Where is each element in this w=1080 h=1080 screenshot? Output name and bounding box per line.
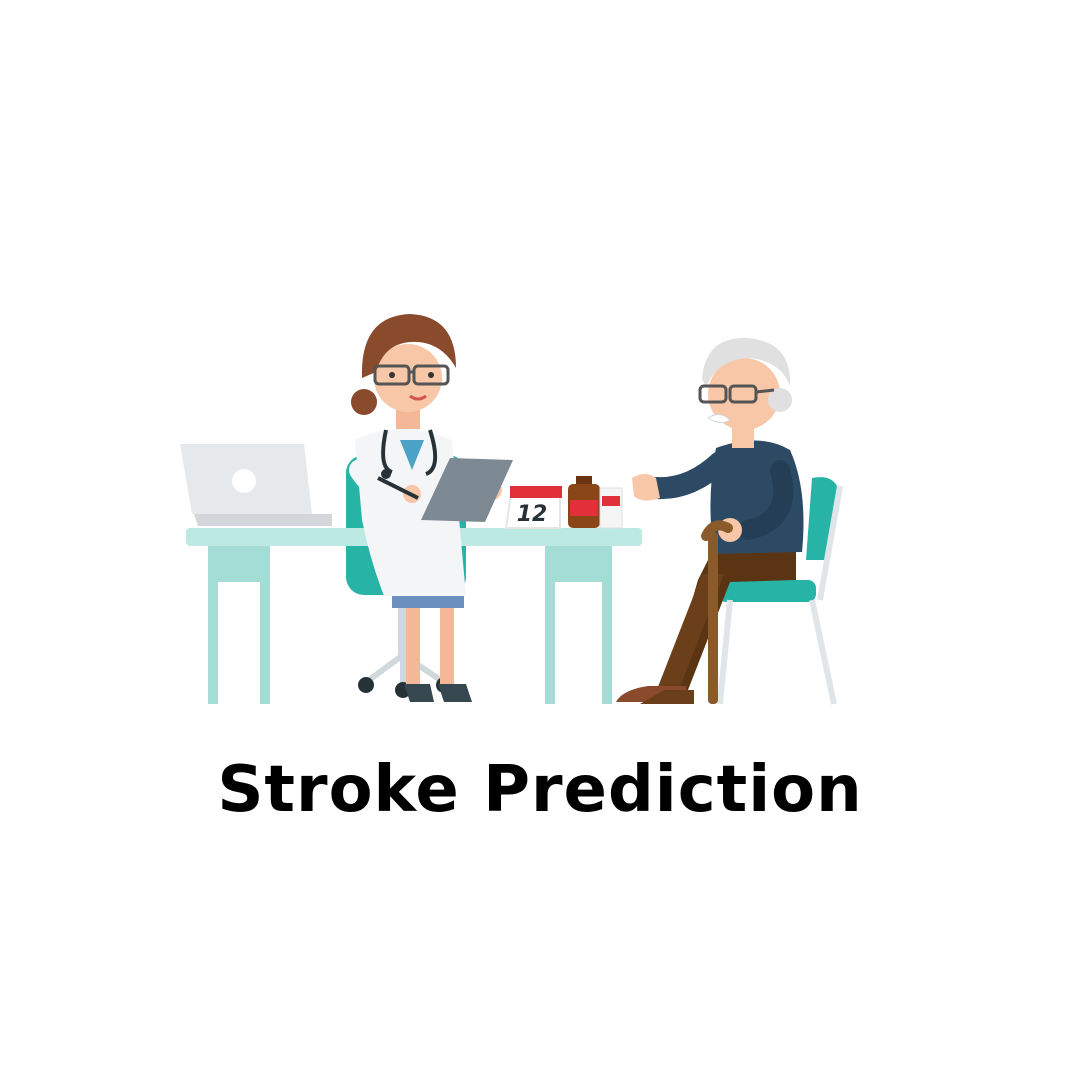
medicine-bottle-icon xyxy=(568,476,623,529)
laptop-icon xyxy=(180,444,332,526)
stroke-prediction-card: 12 Stroke Prediction xyxy=(0,0,1080,1080)
page-title: Stroke Prediction xyxy=(217,753,863,827)
calendar-day-label: 12 xyxy=(517,502,548,527)
doctor-patient-illustration: 12 xyxy=(180,314,843,705)
calendar-icon: 12 xyxy=(504,486,562,529)
